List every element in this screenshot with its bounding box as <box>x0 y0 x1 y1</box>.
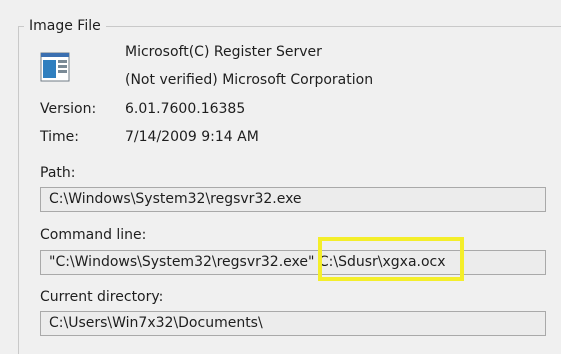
current-directory-field[interactable]: C:\Users\Win7x32\Documents\ <box>40 311 546 336</box>
time-label: Time: <box>40 129 79 145</box>
time-value: 7/14/2009 9:14 AM <box>125 129 259 145</box>
path-label: Path: <box>40 165 76 181</box>
image-description: Microsoft(C) Register Server <box>125 44 322 60</box>
application-window-icon <box>40 52 70 82</box>
image-company: (Not verified) Microsoft Corporation <box>125 72 374 88</box>
current-directory-label: Current directory: <box>40 289 164 305</box>
version-value: 6.01.7600.16385 <box>125 101 246 117</box>
highlight-box <box>318 237 464 281</box>
version-label: Version: <box>40 101 97 117</box>
path-field[interactable]: C:\Windows\System32\regsvr32.exe <box>40 187 546 212</box>
command-line-label: Command line: <box>40 227 147 243</box>
command-line-field[interactable]: "C:\Windows\System32\regsvr32.exe" C:\Sd… <box>40 250 546 275</box>
group-title: Image File <box>24 17 106 35</box>
